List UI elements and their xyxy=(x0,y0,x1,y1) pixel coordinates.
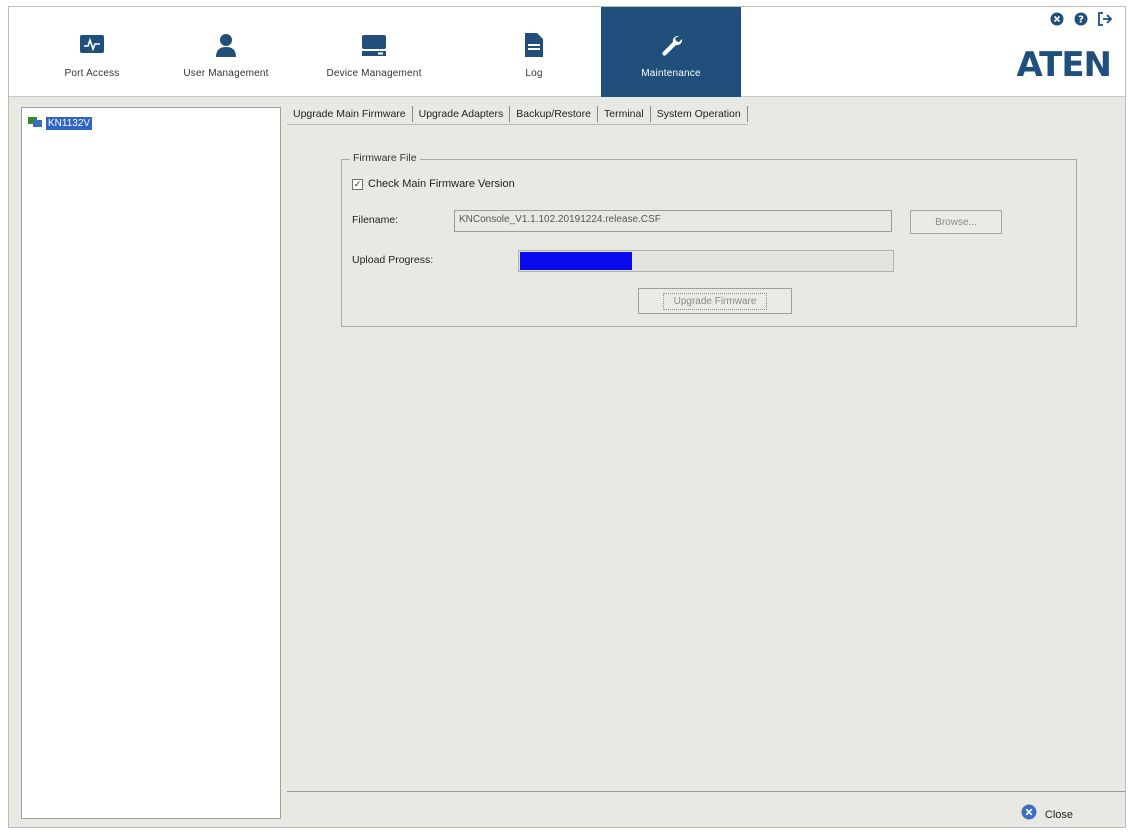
close-circle-icon[interactable] xyxy=(1049,11,1065,27)
nav-port-access[interactable]: Port Access xyxy=(27,7,157,97)
check-firmware-version-checkbox[interactable]: ✓ Check Main Firmware Version xyxy=(352,178,515,190)
upgrade-firmware-label: Upgrade Firmware xyxy=(662,292,768,310)
device-tree-icon xyxy=(28,114,42,132)
footer-divider xyxy=(287,791,1125,792)
firmware-file-group: Firmware File ✓ Check Main Firmware Vers… xyxy=(341,152,1077,327)
logout-icon[interactable] xyxy=(1097,11,1113,27)
device-icon xyxy=(359,31,389,59)
monitor-icon xyxy=(77,31,107,59)
tab-terminal[interactable]: Terminal xyxy=(598,105,651,122)
top-navigation-bar: Port Access User Management Device Manag… xyxy=(9,7,1125,97)
checkbox-box[interactable]: ✓ xyxy=(352,178,363,190)
group-title: Firmware File xyxy=(350,152,420,164)
svg-text:?: ? xyxy=(1078,15,1084,26)
aten-logo: ATEN xyxy=(1016,45,1112,85)
user-icon xyxy=(211,31,241,59)
checkbox-label: Check Main Firmware Version xyxy=(368,178,515,190)
device-tree-panel: KN1132V xyxy=(21,107,281,819)
nav-label: User Management xyxy=(183,68,269,79)
tree-node-device[interactable]: KN1132V xyxy=(28,114,93,132)
close-icon xyxy=(1021,804,1037,825)
help-icon[interactable]: ? xyxy=(1073,11,1089,27)
nav-label: Device Management xyxy=(326,68,422,79)
filename-field[interactable]: KNConsole_V1.1.102.20191224.release.CSF xyxy=(454,210,892,232)
nav-user-management[interactable]: User Management xyxy=(161,7,291,97)
nav-maintenance[interactable]: Maintenance xyxy=(601,7,741,97)
close-button[interactable]: Close xyxy=(1021,804,1073,825)
close-label: Close xyxy=(1044,808,1073,821)
wrench-icon xyxy=(656,31,686,59)
nav-label: Port Access xyxy=(64,68,120,79)
tab-upgrade-main-firmware[interactable]: Upgrade Main Firmware xyxy=(287,105,413,122)
nav-label: Log xyxy=(525,68,543,79)
log-icon xyxy=(519,31,549,59)
tab-backup-restore[interactable]: Backup/Restore xyxy=(510,105,598,122)
upload-progress-label: Upload Progress: xyxy=(352,254,434,266)
tree-node-label: KN1132V xyxy=(46,116,93,130)
nav-device-management[interactable]: Device Management xyxy=(309,7,439,97)
tab-system-operation[interactable]: System Operation xyxy=(651,105,748,122)
upload-progress-fill xyxy=(520,252,632,270)
nav-label: Maintenance xyxy=(641,68,701,79)
filename-label: Filename: xyxy=(352,214,399,226)
nav-log[interactable]: Log xyxy=(469,7,599,97)
upgrade-firmware-button[interactable]: Upgrade Firmware xyxy=(638,288,792,314)
tab-upgrade-adapters[interactable]: Upgrade Adapters xyxy=(413,105,511,122)
app-window: Port Access User Management Device Manag… xyxy=(8,6,1126,828)
upload-progress-bar xyxy=(518,250,894,272)
browse-button[interactable]: Browse... xyxy=(910,210,1002,234)
window-controls: ? xyxy=(1049,11,1113,27)
maintenance-tabs: Upgrade Main Firmware Upgrade Adapters B… xyxy=(287,103,748,125)
